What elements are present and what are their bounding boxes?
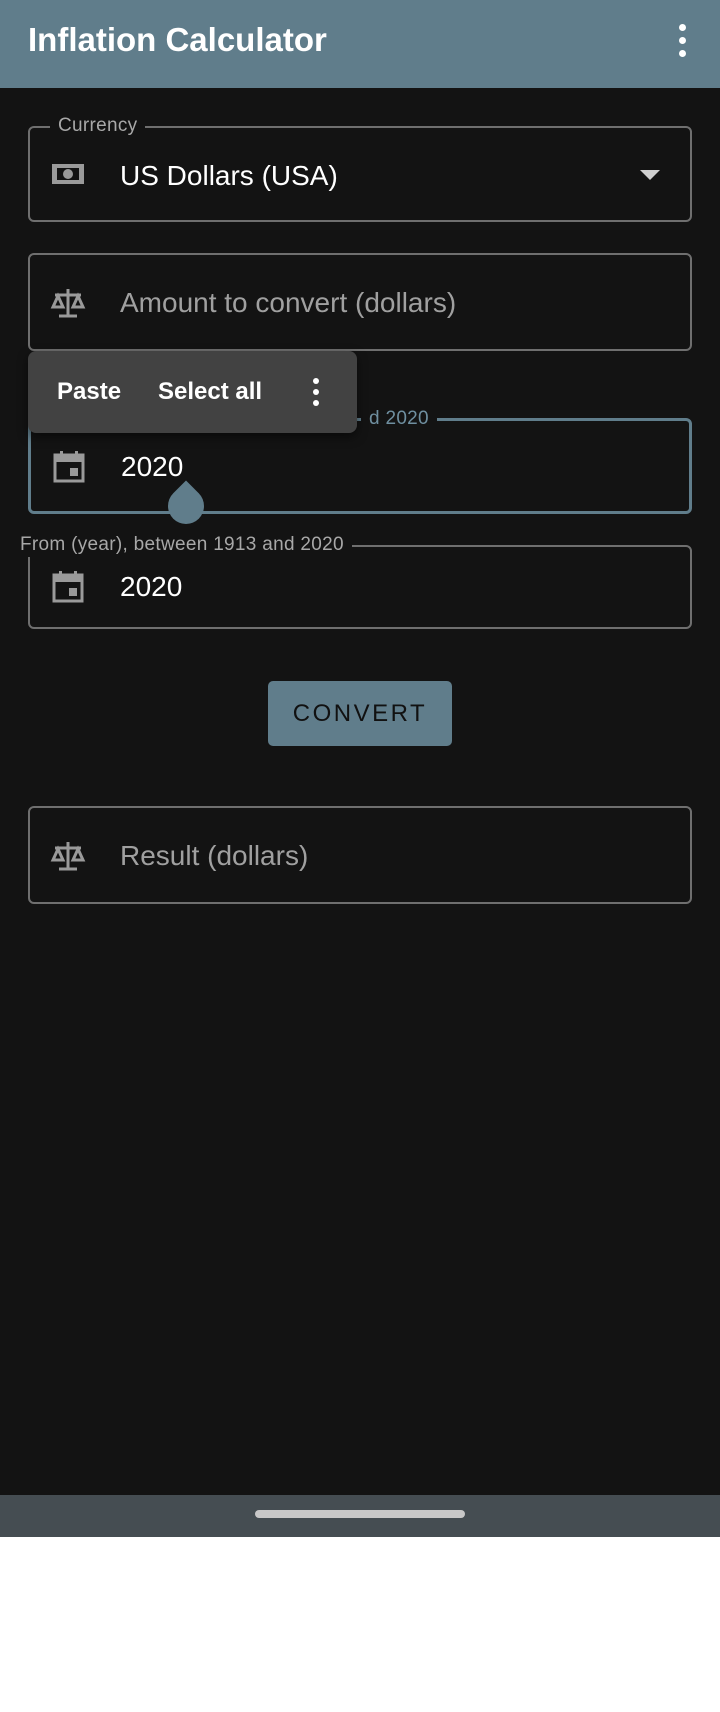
home-gesture-handle[interactable] [255, 1510, 465, 1518]
app-screen: Inflation Calculator Currency US Dollars… [0, 0, 720, 1537]
text-context-menu: Paste Select all [28, 351, 357, 433]
app-title: Inflation Calculator [28, 21, 327, 58]
result-placeholder: Result (dollars) [120, 840, 309, 871]
dropdown-arrow-icon [640, 170, 660, 180]
from-year-label: From (year), between 1913 and 2020 [20, 533, 352, 557]
more-vert-icon[interactable] [306, 369, 326, 415]
to-year-value: 2020 [121, 451, 184, 482]
result-field: Result (dollars) [28, 806, 692, 904]
currency-dropdown[interactable]: Currency US Dollars (USA) [28, 114, 692, 222]
select-all-menu-item[interactable]: Select all [158, 376, 262, 408]
more-vert-icon-dot [313, 400, 319, 406]
scale-icon [50, 842, 86, 871]
scale-icon [50, 289, 86, 318]
more-vert-icon-dot [313, 389, 319, 395]
more-vert-icon-dot [313, 378, 319, 384]
calendar-icon [53, 451, 85, 483]
more-vert-icon [678, 23, 686, 31]
paste-menu-item[interactable]: Paste [57, 376, 121, 408]
convert-button[interactable]: CONVERT [268, 681, 452, 746]
from-year-input[interactable]: From (year), between 1913 and 2020 2020 [20, 533, 692, 629]
app-bar: Inflation Calculator [0, 0, 720, 88]
from-year-value: 2020 [120, 571, 183, 602]
to-year-label: d 2020 [361, 407, 437, 431]
amount-placeholder: Amount to convert (dollars) [120, 287, 457, 318]
calendar-icon [52, 571, 84, 603]
overflow-menu-button[interactable] [664, 16, 700, 64]
amount-input[interactable]: Amount to convert (dollars) [28, 253, 692, 351]
money-icon [52, 164, 84, 184]
more-vert-icon-dot [678, 36, 686, 44]
system-nav-bar [0, 1495, 720, 1537]
currency-label: Currency [50, 114, 146, 138]
more-vert-icon-dot [678, 49, 686, 57]
currency-value: US Dollars (USA) [120, 160, 338, 191]
